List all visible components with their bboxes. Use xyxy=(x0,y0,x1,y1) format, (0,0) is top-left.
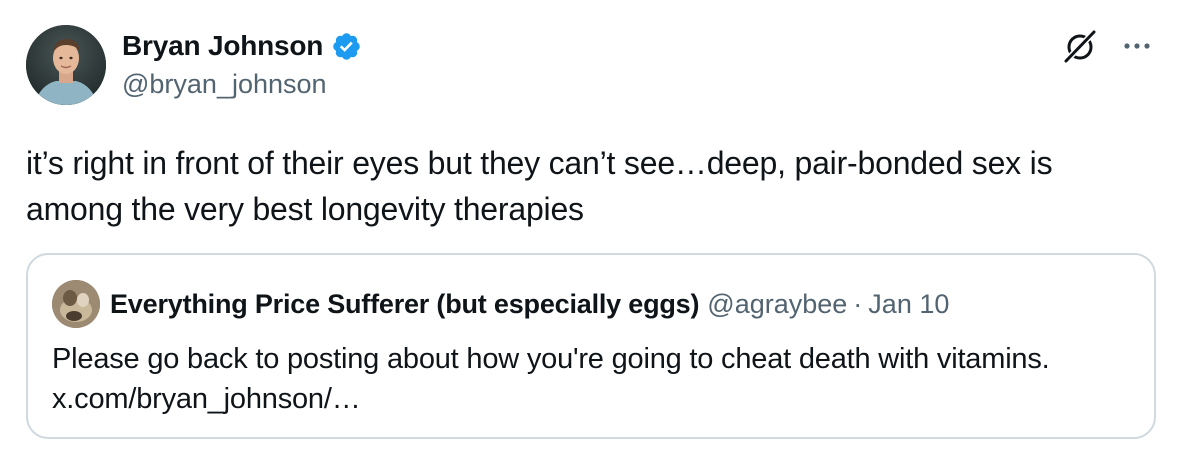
author-avatar[interactable] xyxy=(26,25,106,105)
quoted-author-name[interactable]: Everything Price Sufferer (but especiall… xyxy=(110,289,699,320)
quoted-tweet-date[interactable]: Jan 10 xyxy=(868,289,949,320)
tweet-text: it’s right in front of their eyes but th… xyxy=(26,145,1062,227)
author-avatar-image xyxy=(26,25,106,105)
grok-icon[interactable] xyxy=(1060,26,1100,66)
author-name[interactable]: Bryan Johnson xyxy=(122,26,323,66)
quoted-tweet-card[interactable]: Everything Price Sufferer (but especiall… xyxy=(26,253,1156,439)
quoted-author-avatar-image xyxy=(52,280,100,328)
quoted-tweet-header: Everything Price Sufferer (but especiall… xyxy=(52,279,949,329)
more-options-icon[interactable] xyxy=(1120,29,1154,63)
quoted-tweet-text: Please go back to posting about how you'… xyxy=(52,339,1142,419)
quoted-author-avatar[interactable] xyxy=(52,280,100,328)
quoted-tweet-text-line1: Please go back to posting about how you'… xyxy=(52,343,1050,375)
quoted-separator: · xyxy=(853,288,863,319)
quoted-author-handle[interactable]: @agraybee xyxy=(707,289,847,320)
author-name-row: Bryan Johnson xyxy=(122,26,362,66)
header-actions xyxy=(1060,26,1154,66)
quoted-tweet-link[interactable]: x.com/bryan_johnson/… xyxy=(52,379,1142,419)
author-handle[interactable]: @bryan_johnson xyxy=(122,66,327,102)
tweet-card: Bryan Johnson @bryan_johnson it’s right xyxy=(0,0,1180,468)
verified-badge-icon[interactable] xyxy=(331,31,362,62)
